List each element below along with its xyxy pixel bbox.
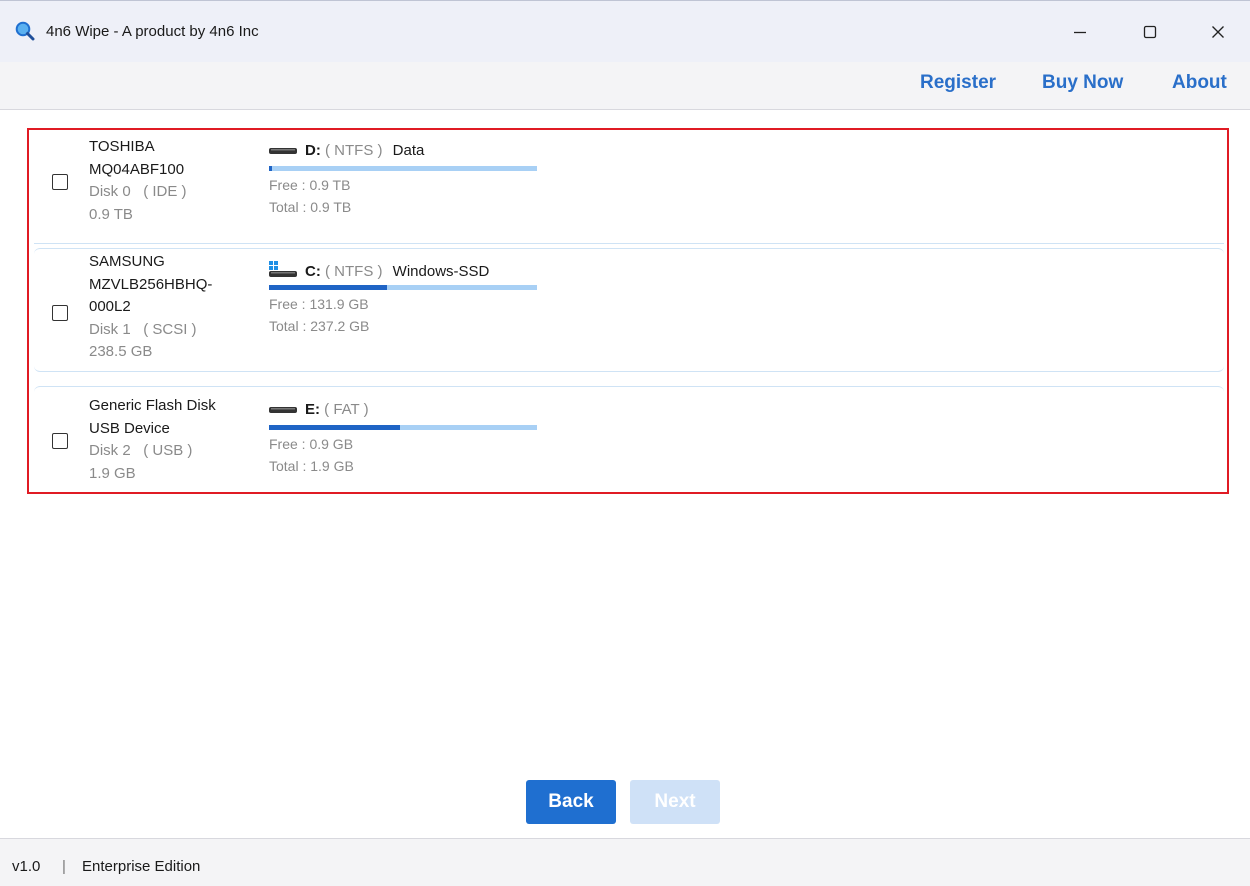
close-icon[interactable] (1196, 15, 1240, 49)
version-label: v1.0 (12, 858, 41, 875)
partition-letter: D: (305, 142, 321, 159)
register-link[interactable]: Register (920, 72, 996, 94)
disk-id: Disk 1 ( SCSI ) (89, 319, 212, 342)
partition-total: Total : 0.9 TB (269, 199, 352, 215)
disk-model: 000L2 (89, 298, 131, 315)
partition-letter: E: (305, 401, 320, 418)
title-bar: 4n6 Wipe - A product by 4n6 Inc (0, 0, 1250, 62)
usage-bar (269, 285, 537, 290)
disk-row[interactable]: Generic Flash Disk USB Device Disk 2 ( U… (34, 386, 1224, 490)
partition-letter: C: (305, 262, 321, 280)
disk-bus: ( USB ) (143, 442, 193, 459)
buy-now-link[interactable]: Buy Now (1042, 72, 1123, 94)
partition-total: Total : 237.2 GB (269, 318, 370, 334)
partition-free: Free : 0.9 GB (269, 436, 354, 452)
disk-label: Disk 0 (89, 183, 131, 200)
about-link[interactable]: About (1172, 72, 1227, 94)
partition[interactable]: D: ( NTFS ) Data Free : 0.9 TB Total : 0… (269, 142, 537, 218)
minimize-icon[interactable] (1058, 15, 1102, 49)
disk-id: Disk 0 ( IDE ) (89, 181, 187, 204)
partition-fs: ( NTFS ) (325, 262, 383, 280)
status-separator: | (62, 858, 66, 875)
disk-size: 0.9 TB (89, 205, 133, 223)
drive-icon (269, 402, 297, 419)
partition-header: E: ( FAT ) (269, 401, 537, 423)
back-button[interactable]: Back (526, 780, 616, 824)
usage-bar-fill (269, 425, 400, 430)
disk-label: Disk 1 (89, 320, 131, 338)
disk-row[interactable]: TOSHIBA MQ04ABF100 Disk 0 ( IDE ) 0.9 TB… (34, 130, 1224, 244)
partition-fs: ( NTFS ) (325, 142, 383, 159)
disk-model: TOSHIBA (89, 138, 155, 155)
disk-info: TOSHIBA MQ04ABF100 Disk 0 ( IDE ) 0.9 TB (89, 136, 187, 226)
search-icon (15, 21, 35, 41)
partition-label: Data (392, 142, 425, 159)
usage-bar-fill (269, 285, 387, 290)
partition-header: C: ( NTFS ) Windows-SSD (269, 261, 537, 283)
disk-id: Disk 2 ( USB ) (89, 440, 216, 463)
disk-checkbox[interactable] (52, 433, 68, 449)
disk-label: Disk 2 (89, 442, 131, 459)
disk-checkbox[interactable] (52, 305, 68, 321)
windows-drive-icon (269, 261, 297, 283)
disk-info: Generic Flash Disk USB Device Disk 2 ( U… (89, 395, 216, 485)
disk-list: TOSHIBA MQ04ABF100 Disk 0 ( IDE ) 0.9 TB… (27, 128, 1229, 494)
menu-bar: Register Buy Now About (0, 62, 1250, 110)
disk-model: MZVLB256HBHQ- (89, 275, 213, 293)
usage-bar-fill (269, 166, 272, 171)
partition-header: D: ( NTFS ) Data (269, 142, 537, 164)
partition-label: Windows-SSD (392, 262, 490, 280)
usage-bar (269, 166, 537, 171)
disk-checkbox[interactable] (52, 174, 68, 190)
disk-bus: ( IDE ) (143, 183, 187, 200)
disk-model: SAMSUNG (89, 253, 165, 270)
partition[interactable]: C: ( NTFS ) Windows-SSD Free : 131.9 GB … (269, 261, 537, 337)
partition[interactable]: E: ( FAT ) Free : 0.9 GB Total : 1.9 GB (269, 401, 537, 477)
usage-bar (269, 425, 537, 430)
next-button[interactable]: Next (630, 780, 720, 824)
disk-model: USB Device (89, 419, 170, 437)
drive-icon (269, 143, 297, 160)
disk-size: 1.9 GB (89, 464, 136, 482)
status-bar: v1.0 | Enterprise Edition (0, 838, 1250, 886)
maximize-icon[interactable] (1128, 15, 1172, 49)
partition-free: Free : 131.9 GB (269, 296, 369, 312)
disk-row[interactable]: SAMSUNG MZVLB256HBHQ- 000L2 Disk 1 ( SCS… (34, 248, 1224, 372)
partition-total: Total : 1.9 GB (269, 458, 354, 474)
window-title: 4n6 Wipe - A product by 4n6 Inc (46, 23, 259, 40)
partition-fs: ( FAT ) (324, 401, 369, 418)
disk-model: MQ04ABF100 (89, 160, 185, 178)
disk-bus: ( SCSI ) (143, 320, 197, 338)
edition-label: Enterprise Edition (82, 858, 201, 875)
disk-info: SAMSUNG MZVLB256HBHQ- 000L2 Disk 1 ( SCS… (89, 251, 212, 364)
disk-size: 238.5 GB (89, 343, 153, 360)
disk-model: Generic Flash Disk (89, 397, 216, 414)
partition-free: Free : 0.9 TB (269, 177, 351, 193)
